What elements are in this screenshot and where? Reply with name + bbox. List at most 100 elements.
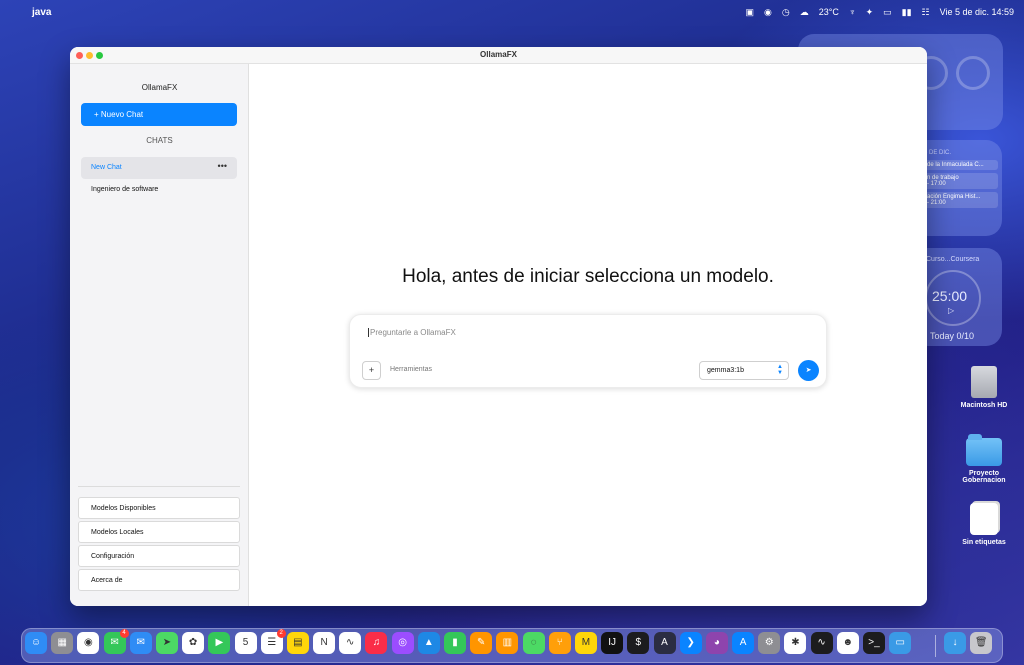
android-icon[interactable]: ▣: [745, 7, 754, 18]
timer-title: Curso...Coursera: [926, 256, 980, 263]
app-icon-green[interactable]: ◌: [522, 632, 545, 654]
sync-icon[interactable]: ◉: [764, 7, 772, 18]
trash-icon[interactable]: 🗑: [970, 632, 993, 654]
chrome-icon[interactable]: ◉: [77, 632, 100, 654]
prompt-composer: Preguntarle a OllamaFX + Herramientas ge…: [349, 314, 827, 388]
send-button[interactable]: ➤: [798, 360, 819, 381]
folder-icon[interactable]: ▭: [889, 632, 912, 654]
system-settings-icon[interactable]: ⚙: [758, 632, 781, 654]
more-options-icon[interactable]: •••: [218, 161, 227, 171]
terminal-icon[interactable]: $: [627, 632, 650, 654]
play-icon[interactable]: ▷: [948, 306, 954, 315]
model-select-value: gemma3:1b: [707, 367, 744, 374]
chat-item-label: Ingeniero de software: [91, 186, 159, 193]
desktop-item-label: Macintosh HD: [960, 402, 1008, 409]
maps-icon[interactable]: ➤: [155, 632, 178, 654]
chats-header: CHATS: [146, 136, 173, 145]
calendar-event: de la Inmaculada C...: [924, 160, 998, 170]
vscode-icon[interactable]: ❯: [679, 632, 702, 654]
freeform-icon[interactable]: ∿: [339, 632, 362, 654]
sidebar-divider: [78, 486, 240, 487]
weather-temp[interactable]: 23°C: [819, 7, 839, 17]
notification-badge: 2: [276, 629, 286, 638]
sidebar-title: OllamaFX: [141, 83, 178, 92]
mail-icon[interactable]: ✉: [129, 632, 152, 654]
window-title: OllamaFX: [480, 50, 517, 59]
desktop-item-label: Sin etiquetas: [962, 539, 1006, 546]
launchpad-icon[interactable]: ▦: [51, 632, 74, 654]
keynote-icon[interactable]: ▲: [417, 632, 440, 654]
chat-item-ingeniero[interactable]: Ingeniero de software: [81, 179, 237, 201]
finder-icon[interactable]: ☺: [25, 632, 47, 654]
event-time: - 17:00: [927, 181, 946, 187]
folder-icon: [966, 434, 1002, 466]
podcasts-icon[interactable]: ◎: [391, 632, 414, 654]
app-window: OllamaFX OllamaFX + Nuevo Chat CHATS New…: [70, 47, 927, 606]
menu-app-icon[interactable]: ♆: [849, 7, 856, 17]
calendar-event: ación Engima Hist... - 21:00: [924, 192, 998, 208]
configuracion-button[interactable]: Configuración: [78, 545, 240, 567]
menubar-datetime[interactable]: Vie 5 de dic. 14:59: [940, 7, 1014, 17]
app-store-icon[interactable]: A: [732, 632, 755, 654]
add-attachment-button[interactable]: +: [362, 361, 381, 380]
music-icon[interactable]: ♫: [365, 632, 388, 654]
dock-apps: ☺ ▦ ◉ ✉ 4 ✉ ➤ ✿ ▶ 5 ☰ 2 ▤ N ∿ ♫ ◎ ▲ ▮ ✎ ▥ ◌ ⑂ M IJ $ A ❯ ◕ A ⚙ ✱ ∿ ☻ >_ ▭: [25, 629, 912, 654]
arc-icon[interactable]: A: [653, 632, 676, 654]
display-icon[interactable]: ▭: [883, 7, 892, 18]
chat-item-label: New Chat: [91, 164, 122, 171]
github-icon[interactable]: ◕: [705, 632, 728, 654]
acerca-de-button[interactable]: Acerca de: [78, 569, 240, 591]
greeting-heading: Hola, antes de iniciar selecciona un mod…: [402, 266, 774, 287]
weather-icon[interactable]: ☁: [800, 7, 809, 18]
pages-icon[interactable]: ✎: [470, 632, 493, 654]
ollama-icon[interactable]: ☻: [836, 632, 859, 654]
chevron-updown-icon: ▲ ▼: [777, 364, 783, 376]
control-center-icon[interactable]: ☷: [922, 7, 930, 18]
numbers-icon[interactable]: ▮: [444, 632, 466, 654]
terminal-icon-2[interactable]: >_: [863, 632, 885, 654]
prompt-input[interactable]: Preguntarle a OllamaFX: [368, 328, 456, 337]
event-title: de la Inmaculada C...: [927, 162, 984, 168]
miro-icon[interactable]: M: [574, 632, 597, 654]
notification-badge: 4: [119, 629, 129, 638]
calendar-widget-header: 8 DE DIC.: [924, 150, 952, 156]
notion-icon[interactable]: N: [313, 632, 336, 654]
disk-icon: [971, 366, 997, 398]
messages-icon[interactable]: ✉ 4: [103, 629, 129, 654]
main-panel: Hola, antes de iniciar selecciona un mod…: [249, 64, 927, 606]
slack-icon[interactable]: ✱: [784, 632, 807, 654]
downloads-icon[interactable]: ↓: [944, 632, 966, 654]
timer-time: 25:00: [932, 288, 968, 304]
ring-icon: [956, 56, 990, 90]
timer-icon[interactable]: ◷: [782, 7, 790, 18]
calendar-icon[interactable]: 5: [234, 632, 257, 654]
event-time: - 21:00: [927, 200, 946, 206]
active-app-name[interactable]: java: [32, 7, 51, 18]
chat-item-new-chat[interactable]: New Chat •••: [81, 157, 237, 179]
battery-icon[interactable]: ▮▮: [902, 7, 912, 18]
books-icon[interactable]: ▥: [496, 632, 519, 654]
sidebar: OllamaFX + Nuevo Chat CHATS New Chat •••…: [70, 64, 249, 606]
new-chat-button[interactable]: + Nuevo Chat: [81, 103, 237, 126]
intellij-icon[interactable]: IJ: [601, 632, 624, 654]
dock: ☺ ▦ ◉ ✉ 4 ✉ ➤ ✿ ▶ 5 ☰ 2 ▤ N ∿ ♫ ◎ ▲ ▮ ✎ ▥ ◌ ⑂ M IJ $ A ❯ ◕ A ⚙ ✱ ∿ ☻ >_ ▭ ↓…: [21, 628, 1003, 663]
desktop-item-macintosh-hd[interactable]: Macintosh HD: [949, 366, 1019, 409]
model-select[interactable]: gemma3:1b ▲ ▼: [699, 361, 789, 380]
photos-icon[interactable]: ✿: [182, 632, 205, 654]
facetime-icon[interactable]: ▶: [208, 632, 231, 654]
desktop-item-proyecto[interactable]: Proyecto Gobernacion: [949, 434, 1019, 484]
notes-icon[interactable]: ▤: [286, 632, 309, 654]
focus-icon[interactable]: ✦: [866, 7, 874, 18]
modelos-disponibles-button[interactable]: Modelos Disponibles: [78, 497, 240, 519]
reminders-icon[interactable]: ☰ 2: [260, 629, 286, 654]
desktop-item-sin-etiquetas[interactable]: Sin etiquetas: [949, 503, 1019, 546]
tools-button[interactable]: Herramientas: [390, 366, 432, 373]
title-bar[interactable]: OllamaFX: [70, 47, 927, 64]
stack-icon: [970, 503, 998, 535]
status-items: ▣ ◉ ◷ ☁ 23°C ♆ ✦ ▭ ▮▮ ☷ Vie 5 de dic. 14…: [745, 7, 1024, 18]
calendar-event: n de trabajo - 17:00: [924, 173, 998, 189]
modelos-locales-button[interactable]: Modelos Locales: [78, 521, 240, 543]
activity-monitor-icon[interactable]: ∿: [810, 632, 833, 654]
sourcetree-icon[interactable]: ⑂: [548, 632, 571, 654]
dock-separator: [935, 635, 936, 657]
